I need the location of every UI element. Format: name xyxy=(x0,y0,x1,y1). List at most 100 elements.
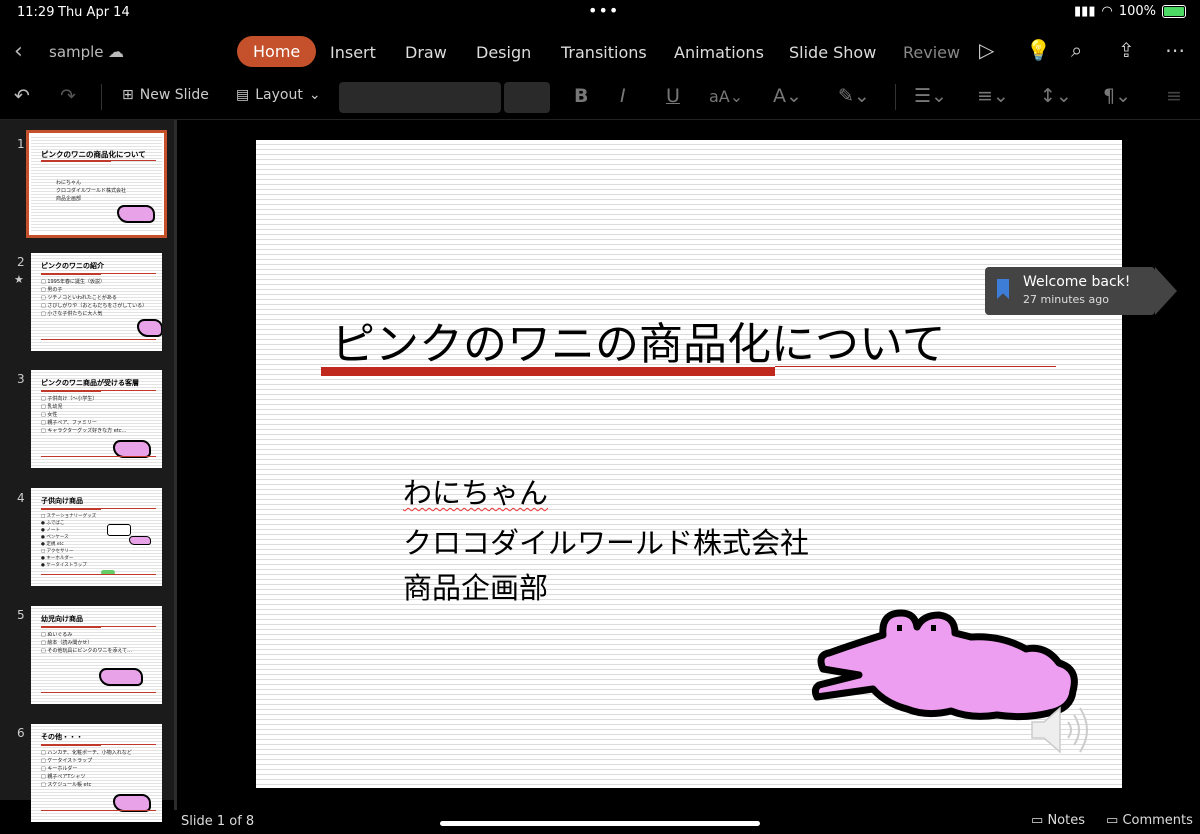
slide-count: Slide 1 of 8 xyxy=(181,814,255,829)
thumbnail-body: □ ハンカチ、化粧ポーチ、小物入れなど □ ケータイストラップ □ キーホルダー □ … xyxy=(41,750,132,788)
slide-thumbnail-panel: 1 ピンクのワニの商品化について わにちゃん クロコダイルワールド株式会社 商品… xyxy=(0,120,174,822)
subtitle-line-2[interactable]: クロコダイルワールド株式会社 xyxy=(403,520,809,562)
audio-speaker-icon[interactable] xyxy=(1026,700,1096,760)
title-underline xyxy=(41,744,156,745)
numbering-icon[interactable]: ≡⌄ xyxy=(977,85,1009,107)
thumbnail-slide-5[interactable]: 幼児向け商品 □ ぬいぐるみ □ 絵本（読み聞かせ） □ その他玩具にピンクのワニを… xyxy=(31,606,162,704)
line-spacing-icon[interactable]: ↕⌄ xyxy=(1040,85,1072,107)
new-slide-icon: ⊞ xyxy=(122,87,134,103)
title-underline xyxy=(41,273,156,274)
document-name[interactable]: sample xyxy=(49,43,104,61)
title-underline xyxy=(111,160,156,161)
croc-image xyxy=(129,536,151,545)
title-underline-line xyxy=(775,366,1056,367)
title-underline xyxy=(41,160,111,162)
animation-star-icon: ★ xyxy=(14,273,24,286)
font-size-field[interactable] xyxy=(504,82,550,113)
title-bar: ‹ sample ☁ Home Insert Draw Design Trans… xyxy=(0,30,1200,74)
bold-icon[interactable]: B xyxy=(574,85,588,107)
thumbnail-slide-3[interactable]: ピンクのワニ商品が受ける客層 □ 子供向け（〜小学生） □ 乳幼児 □ 女性 □ 親子… xyxy=(31,370,162,468)
highlight-icon[interactable]: ✎⌄ xyxy=(838,85,870,107)
underline-icon[interactable]: U xyxy=(666,85,680,107)
thumbnail-title: その他・・・ xyxy=(41,733,83,741)
new-slide-button[interactable]: ⊞ New Slide xyxy=(122,87,209,103)
bottom-rule xyxy=(41,339,156,340)
home-indicator[interactable] xyxy=(440,821,760,826)
thumbnail-title: 子供向け商品 xyxy=(41,497,83,505)
divider xyxy=(101,84,102,110)
lightbulb-icon[interactable]: 💡 xyxy=(1026,38,1051,62)
bottom-rule xyxy=(41,574,156,575)
croc-image xyxy=(137,319,162,337)
thumbnail-title: ピンクのワニの紹介 xyxy=(41,262,104,270)
comment-icon: ▭ xyxy=(1106,813,1119,828)
status-bar: 11:29 Thu Apr 14 ••• ▮▮▮ ◠ 100% xyxy=(0,0,1200,26)
redo-icon[interactable]: ↷ xyxy=(60,85,76,107)
notes-icon: ▭ xyxy=(1031,813,1044,828)
title-underline xyxy=(41,390,156,391)
wifi-icon: ◠ xyxy=(1101,4,1113,19)
toast-subtitle: 27 minutes ago xyxy=(1023,293,1109,306)
multitasking-dots[interactable]: ••• xyxy=(588,1,619,20)
thumbnail-slide-6[interactable]: その他・・・ □ ハンカチ、化粧ポーチ、小物入れなど □ ケータイストラップ □ キ… xyxy=(31,724,162,822)
thumbnail-number: 1 xyxy=(17,137,25,151)
tab-transitions[interactable]: Transitions xyxy=(561,43,647,62)
italic-icon[interactable]: I xyxy=(620,85,626,107)
welcome-back-toast[interactable]: Welcome back! 27 minutes ago xyxy=(985,267,1177,315)
share-icon[interactable]: ⇪ xyxy=(1118,38,1135,62)
tab-home[interactable]: Home xyxy=(237,36,317,67)
bullets-icon[interactable]: ☰⌄ xyxy=(914,85,947,107)
back-icon[interactable]: ‹ xyxy=(14,39,23,64)
thumbnail-number: 5 xyxy=(17,608,25,622)
tab-draw[interactable]: Draw xyxy=(405,43,447,62)
thumbnail-number: 6 xyxy=(17,726,25,740)
notes-label: Notes xyxy=(1047,813,1085,828)
thumbnail-slide-4[interactable]: 子供向け商品 □ ステーショナリーグッズ ● ふでばこ ● ノート ● ペンケー… xyxy=(31,488,162,586)
notes-button[interactable]: ▭ Notes xyxy=(1031,813,1085,828)
layout-button[interactable]: ▤ Layout ⌄ xyxy=(236,87,321,103)
subtitle-line-3[interactable]: 商品企画部 xyxy=(403,565,548,607)
search-icon[interactable]: ⌕ xyxy=(1071,38,1082,62)
layout-label: Layout xyxy=(255,87,303,103)
thumbnail-number: 3 xyxy=(17,372,25,386)
speech-bubble xyxy=(107,524,131,536)
font-name-field[interactable] xyxy=(339,82,501,113)
slide-title[interactable]: ピンクのワニの商品化について xyxy=(331,308,946,372)
new-slide-label: New Slide xyxy=(139,87,209,103)
ribbon-toolbar: ↶ ↷ ⊞ New Slide ▤ Layout ⌄ B I U aA⌄ A⌄ … xyxy=(0,78,1200,118)
tab-review[interactable]: Review xyxy=(903,43,960,62)
more-icon[interactable]: ⋯ xyxy=(1165,38,1185,62)
subtitle-line-1[interactable]: わにちゃん xyxy=(403,470,548,512)
thumbnail-body: □ 1995年春に誕生（仮説） □ 男の子 □ ツチノコといわれたことがある □ さび… xyxy=(41,279,148,317)
title-underline-bar xyxy=(321,367,775,376)
status-time: 11:29 xyxy=(17,5,55,20)
slide-canvas[interactable]: ピンクのワニの商品化について わにちゃん クロコダイルワールド株式会社 商品企画… xyxy=(256,140,1122,788)
status-right: ▮▮▮ ◠ 100% xyxy=(1074,4,1186,19)
tab-insert[interactable]: Insert xyxy=(330,43,376,62)
status-date: Thu Apr 14 xyxy=(58,5,130,20)
divider xyxy=(895,84,896,110)
panel-divider[interactable] xyxy=(174,120,177,810)
paragraph-icon[interactable]: ¶⌄ xyxy=(1103,85,1131,107)
cloud-sync-icon[interactable]: ☁ xyxy=(108,42,124,61)
title-underline xyxy=(41,508,156,509)
tab-design[interactable]: Design xyxy=(476,43,531,62)
thumbnail-slide-1[interactable]: ピンクのワニの商品化について わにちゃん クロコダイルワールド株式会社 商品企画… xyxy=(26,130,167,238)
layout-icon: ▤ xyxy=(236,87,250,103)
croc-image xyxy=(99,668,143,686)
title-underline xyxy=(41,626,156,627)
bottom-rule xyxy=(41,810,156,811)
comments-button[interactable]: ▭ Comments xyxy=(1106,813,1193,828)
thumbnail-slide-2[interactable]: ピンクのワニの紹介 □ 1995年春に誕生（仮説） □ 男の子 □ ツチノコといわれ… xyxy=(31,253,162,351)
divider xyxy=(0,119,1200,120)
bookmark-icon xyxy=(997,279,1009,299)
undo-icon[interactable]: ↶ xyxy=(14,85,30,107)
play-icon[interactable]: ▷ xyxy=(979,38,994,62)
tab-slide-show[interactable]: Slide Show xyxy=(789,43,876,62)
align-icon[interactable]: ≡ xyxy=(1166,85,1182,107)
signal-icon: ▮▮▮ xyxy=(1074,4,1096,19)
tab-animations[interactable]: Animations xyxy=(674,43,764,62)
font-size-change-icon[interactable]: aA⌄ xyxy=(709,87,743,106)
croc-image xyxy=(117,205,155,223)
font-color-icon[interactable]: A⌄ xyxy=(773,85,802,107)
